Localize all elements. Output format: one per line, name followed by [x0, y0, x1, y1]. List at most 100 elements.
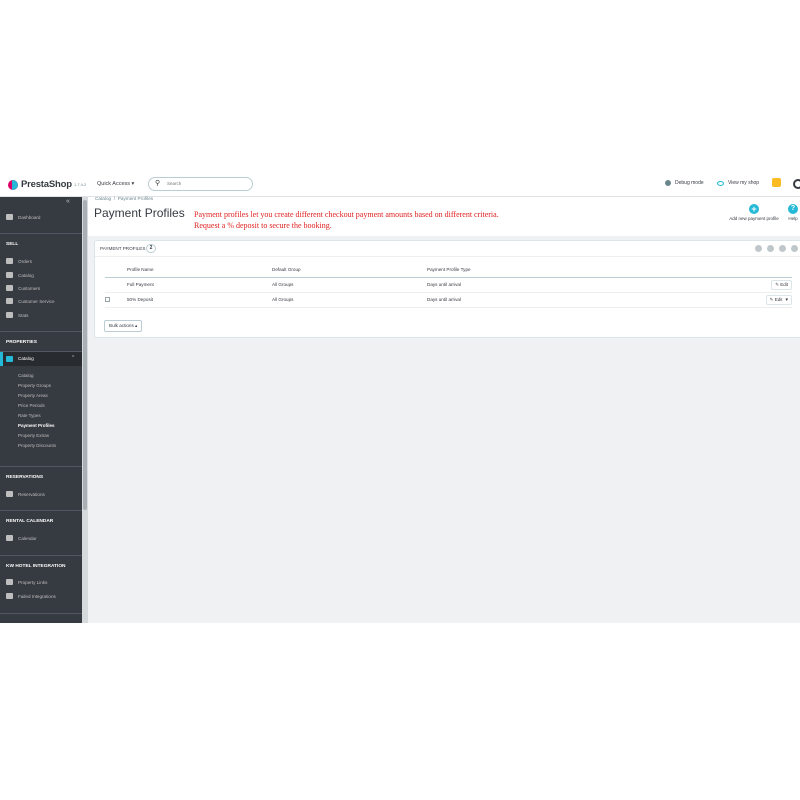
edit-label: Edit: [780, 281, 788, 287]
breadcrumb-parent[interactable]: Catalog: [95, 196, 111, 201]
page-hint: Payment profiles let you create differen…: [194, 210, 554, 231]
sidebar-item-orders[interactable]: Orders: [6, 258, 32, 264]
hint-line-1: Payment profiles let you create differen…: [194, 210, 499, 219]
select-column-header: [105, 263, 127, 278]
sidebar-item-label: Dashboard: [18, 214, 41, 220]
store-icon: [6, 356, 13, 362]
search-icon[interactable]: ⚲: [155, 179, 160, 187]
divider: [0, 613, 82, 614]
panel-toolbar: [755, 245, 798, 252]
trending-icon: [6, 214, 13, 220]
breadcrumb-current: Payment Profiles: [117, 196, 154, 201]
cart-icon: [6, 258, 13, 264]
section-heading-sell: SELL: [6, 242, 19, 247]
sidebar-item-calendar[interactable]: Calendar: [6, 535, 37, 541]
help-button-label: Help: [788, 216, 798, 221]
prestashop-logo[interactable]: PrestaShop: [8, 179, 72, 190]
sidebar-item-failed-integrations[interactable]: Failed Integrations: [6, 593, 56, 599]
row-checkbox[interactable]: [105, 296, 110, 302]
count-badge: 2: [146, 244, 156, 253]
sidebar-item-dashboard[interactable]: Dashboard: [6, 214, 40, 220]
add-icon[interactable]: [755, 245, 762, 252]
view-shop-label: View my shop: [728, 180, 760, 186]
profile-name-cell[interactable]: Full Payment: [127, 277, 272, 293]
active-indicator: [0, 352, 3, 366]
sidebar-item-customers[interactable]: Customers: [6, 285, 40, 291]
sql-icon[interactable]: [779, 245, 786, 252]
submenu-item-rate-types[interactable]: Rate Types: [18, 413, 41, 418]
quick-access-dropdown[interactable]: Quick Access ▾: [97, 181, 134, 187]
default-group-cell[interactable]: All Groups: [272, 277, 427, 293]
sidebar-scrollbar-thumb[interactable]: [83, 200, 87, 510]
table-row[interactable]: Full Payment All Groups Days until arriv…: [105, 277, 792, 293]
section-heading-reservations: RESERVATIONS: [6, 475, 44, 480]
debug-mode-link[interactable]: Debug mode: [665, 180, 704, 186]
notifications-icon[interactable]: [772, 178, 781, 187]
column-header-default-group[interactable]: Default Group: [272, 263, 427, 278]
divider: [0, 510, 82, 511]
submenu-item-property-discounts[interactable]: Property Discounts: [18, 443, 56, 448]
chat-icon: [6, 298, 13, 304]
sidebar-item-customer-service[interactable]: Customer Service: [6, 298, 55, 304]
sidebar-item-label: Property Links: [18, 579, 48, 585]
sidebar-item-label: Customer Service: [18, 298, 55, 304]
sidebar-item-stats[interactable]: Stats: [6, 312, 28, 318]
top-bar: PrestaShop 1.7.4.2 Quick Access ▾ ⚲ Debu…: [0, 172, 800, 197]
profile-type-cell[interactable]: Days until arrival: [427, 292, 752, 308]
chevron-up-icon[interactable]: ^: [72, 355, 74, 361]
collapse-sidebar-icon[interactable]: «: [66, 198, 70, 205]
breadcrumb-separator: /: [112, 196, 117, 201]
store-icon: [6, 272, 13, 278]
help-button[interactable]: ? Help: [788, 204, 798, 221]
search-input[interactable]: [167, 181, 247, 186]
bug-icon: [665, 180, 671, 186]
add-payment-profile-button[interactable]: + Add new payment profile: [723, 204, 785, 221]
submenu-item-catalog[interactable]: Catalog: [18, 373, 34, 378]
plus-circle-icon: +: [749, 204, 759, 214]
hint-line-2: Request a % deposit to secure the bookin…: [194, 220, 332, 230]
profile-name-cell[interactable]: 50% Deposit: [127, 292, 272, 308]
section-heading-kw-hotel: KW HOTEL INTEGRATION: [6, 564, 66, 569]
default-group-cell[interactable]: All Groups: [272, 292, 427, 308]
submenu-item-price-periods[interactable]: Price Periods: [18, 403, 45, 408]
view-shop-link[interactable]: View my shop: [717, 180, 759, 186]
eye-icon: [717, 180, 724, 186]
profiles-table: Profile Name Default Group Payment Profi…: [105, 263, 792, 308]
divider: [0, 555, 82, 556]
row-actions-cell: ✎ Edit ▾: [752, 292, 792, 308]
sidebar: « Dashboard SELL Orders Catalog Customer…: [0, 197, 82, 623]
sidebar-item-property-links[interactable]: Property Links: [6, 579, 47, 585]
puzzle-icon: [6, 579, 13, 585]
table-row[interactable]: 50% Deposit All Groups Days until arriva…: [105, 292, 792, 308]
actions-column-header: [752, 263, 792, 278]
panel-header: PAYMENT PROFILES 2: [95, 241, 800, 257]
table-header-row: Profile Name Default Group Payment Profi…: [105, 263, 792, 278]
search-box[interactable]: ⚲: [148, 177, 253, 191]
section-heading-rental-calendar: RENTAL CALENDAR: [6, 519, 54, 524]
profile-type-cell[interactable]: Days until arrival: [427, 277, 752, 293]
submenu-item-property-extras[interactable]: Property Extras: [18, 433, 49, 438]
submenu-item-property-areas[interactable]: Property Areas: [18, 393, 48, 398]
section-heading-properties: PROPERTIES: [6, 340, 37, 345]
column-header-payment-profile-type[interactable]: Payment Profile Type: [427, 263, 752, 278]
bulk-actions-button[interactable]: Bulk actions ▴: [104, 320, 143, 332]
export-icon[interactable]: [791, 245, 798, 252]
sidebar-item-catalog-active[interactable]: Catalog ^: [0, 352, 82, 366]
edit-button[interactable]: ✎ Edit: [771, 279, 792, 290]
puzzle-icon: [6, 593, 13, 599]
user-account-icon[interactable]: [793, 179, 800, 189]
edit-button[interactable]: ✎ Edit ▾: [765, 294, 792, 305]
sidebar-item-catalog[interactable]: Catalog: [6, 272, 34, 278]
sidebar-item-label: Calendar: [18, 535, 37, 541]
panel-title: PAYMENT PROFILES: [100, 246, 146, 251]
caret-down-icon[interactable]: ▾: [785, 297, 788, 303]
pencil-icon: ✎: [769, 296, 774, 302]
submenu-item-property-groups[interactable]: Property Groups: [18, 383, 51, 388]
refresh-icon[interactable]: [767, 245, 774, 252]
divider: [0, 331, 82, 332]
stats-icon: [6, 312, 13, 318]
column-header-profile-name[interactable]: Profile Name: [127, 263, 272, 278]
submenu-item-payment-profiles[interactable]: Payment Profiles: [18, 423, 55, 428]
sidebar-item-reservations[interactable]: Reservations: [6, 491, 45, 497]
brand-name: PrestaShop: [21, 179, 72, 190]
